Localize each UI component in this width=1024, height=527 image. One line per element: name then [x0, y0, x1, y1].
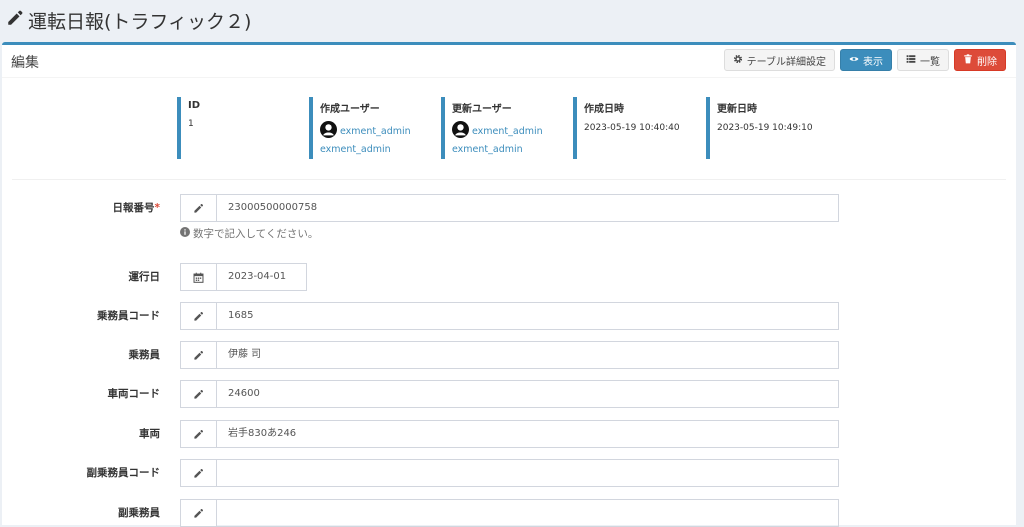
input-addon [180, 341, 217, 369]
input-addon [180, 194, 217, 222]
form-row-vehicle-code: 車両コード 24600 [2, 380, 1016, 408]
meta-label: 作成日時 [584, 104, 624, 115]
form-row-sub-driver-code: 副乗務員コード [2, 459, 1016, 487]
table-settings-button[interactable]: テーブル詳細設定 [723, 49, 835, 71]
eye-icon [849, 54, 859, 67]
report-number-input[interactable]: 23000500000758 [216, 194, 839, 222]
meta-id: ID 1 [177, 97, 305, 159]
pencil-icon [193, 464, 204, 483]
pencil-icon [193, 199, 204, 218]
pencil-icon [193, 385, 204, 404]
input-addon [180, 380, 217, 408]
show-label: 表示 [863, 56, 883, 68]
updated-user-name: exment_admin [472, 125, 543, 137]
help-text-label: 数字で記入してください。 [193, 228, 319, 240]
field-label: 車両コード [107, 388, 161, 400]
field-label: 運行日 [128, 271, 161, 283]
pencil-icon [193, 504, 204, 523]
meta-updated-at: 更新日時 2023-05-19 10:49:10 [706, 97, 834, 159]
meta-created-at: 作成日時 2023-05-19 10:40:40 [573, 97, 701, 159]
meta-created-user: 作成ユーザー exment_admin exment_admin [309, 97, 437, 159]
field-label: 副乗務員 [118, 507, 160, 519]
page-title-text: 運転日報(トラフィック２) [28, 10, 252, 33]
info-icon [180, 227, 190, 240]
created-user-name: exment_admin [340, 125, 411, 137]
sub-driver-code-input[interactable] [216, 459, 839, 487]
meta-label: ID [188, 100, 201, 111]
delete-label: 削除 [977, 56, 997, 68]
page-header: 運転日報(トラフィック２) [0, 0, 1024, 40]
show-button[interactable]: 表示 [840, 49, 892, 71]
pencil-icon [193, 425, 204, 444]
form-row-sub-driver: 副乗務員 [2, 499, 1016, 527]
input-addon [180, 499, 217, 527]
edit-box: 編集 テーブル詳細設定 表示 一覧 削除 ID 1 作成ユーザー exment_… [2, 42, 1016, 527]
input-addon [180, 263, 217, 291]
sub-driver-input[interactable] [216, 499, 839, 527]
input-addon [180, 420, 217, 448]
box-tools: テーブル詳細設定 表示 一覧 削除 [723, 49, 1006, 71]
field-label: 乗務員コード [97, 310, 160, 322]
form-row-vehicle: 車両 岩手830あ246 [2, 420, 1016, 448]
input-addon [180, 459, 217, 487]
form-row-driver: 乗務員 伊藤 司 [2, 341, 1016, 369]
field-label: 乗務員 [128, 349, 161, 361]
required-mark: * [154, 202, 161, 214]
field-label: 副乗務員コード [86, 467, 161, 479]
box-header: 編集 テーブル詳細設定 表示 一覧 削除 [2, 45, 1016, 78]
box-title: 編集 [11, 55, 39, 71]
form-row-driver-code: 乗務員コード 1685 [2, 302, 1016, 330]
list-label: 一覧 [920, 56, 940, 68]
meta-label: 作成ユーザー [320, 104, 380, 115]
divider [12, 179, 1006, 180]
meta-label: 更新ユーザー [452, 104, 512, 115]
meta-updated-user: 更新ユーザー exment_admin exment_admin [441, 97, 569, 159]
meta-value: 2023-05-19 10:40:40 [584, 123, 680, 133]
list-button[interactable]: 一覧 [897, 49, 949, 71]
meta-label: 更新日時 [717, 104, 757, 115]
field-label-text: 日報番号 [112, 202, 155, 214]
operation-date-input[interactable]: 2023-04-01 [216, 263, 307, 291]
pencil-icon [193, 346, 204, 365]
updated-user-link[interactable]: exment_admin [452, 121, 569, 141]
vehicle-code-input[interactable]: 24600 [216, 380, 839, 408]
page-title: 運転日報(トラフィック２) [6, 6, 251, 34]
created-user-sub[interactable]: exment_admin [320, 144, 437, 155]
trash-icon [963, 53, 973, 67]
table-settings-label: テーブル詳細設定 [746, 56, 826, 68]
driver-code-input[interactable]: 1685 [216, 302, 839, 330]
created-user-link[interactable]: exment_admin [320, 121, 437, 141]
form-row-report-number: 日報番号* 23000500000758 数字で記入してください。 [2, 194, 1016, 240]
form-row-operation-date: 運行日 2023-04-01 [2, 263, 1016, 291]
delete-button[interactable]: 削除 [954, 49, 1006, 71]
input-addon [180, 302, 217, 330]
user-avatar-icon [320, 121, 337, 141]
gear-icon [733, 54, 743, 67]
meta-value: 1 [188, 119, 194, 129]
calendar-icon [193, 268, 204, 287]
list-icon [906, 54, 916, 67]
driver-input[interactable]: 伊藤 司 [216, 341, 839, 369]
help-text: 数字で記入してください。 [180, 226, 318, 241]
meta-value: 2023-05-19 10:49:10 [717, 123, 813, 133]
field-label: 日報番号* [113, 194, 161, 222]
pencil-icon [6, 9, 24, 32]
updated-user-sub[interactable]: exment_admin [452, 144, 569, 155]
pencil-icon [193, 307, 204, 326]
vehicle-input[interactable]: 岩手830あ246 [216, 420, 839, 448]
field-label: 車両 [139, 428, 160, 440]
user-avatar-icon [452, 121, 469, 141]
